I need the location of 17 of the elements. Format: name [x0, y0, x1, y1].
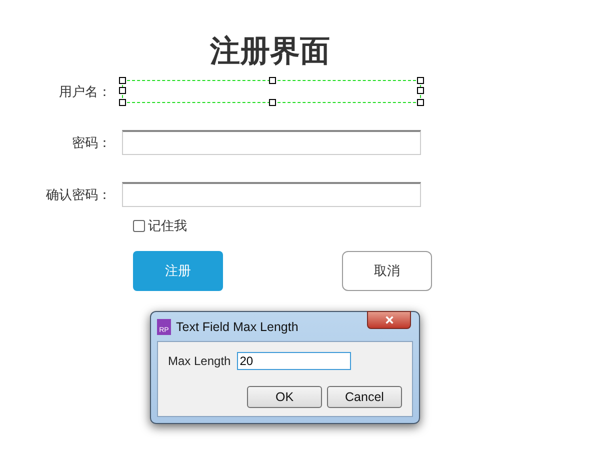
checkbox-label: 记住我 — [148, 218, 187, 235]
cancel-button[interactable]: 取消 — [342, 251, 432, 291]
field-label: 密码： — [71, 134, 112, 152]
close-button[interactable] — [367, 311, 411, 329]
text-field[interactable] — [122, 182, 421, 207]
max-length-field[interactable]: 20 — [236, 352, 351, 370]
field-label: Max Length — [168, 354, 231, 368]
text-field[interactable] — [122, 80, 421, 103]
close-icon — [384, 316, 394, 324]
dialog-title: Text Field Max Length — [176, 320, 298, 334]
ok-button[interactable]: OK — [247, 386, 322, 408]
field-label: 确认密码： — [45, 186, 112, 204]
cancel-button[interactable]: Cancel — [327, 386, 402, 408]
field-label: 用户名： — [58, 84, 112, 100]
text-field[interactable] — [122, 130, 421, 155]
page-title: 注册界面 — [209, 34, 331, 70]
checkbox[interactable] — [133, 220, 145, 232]
